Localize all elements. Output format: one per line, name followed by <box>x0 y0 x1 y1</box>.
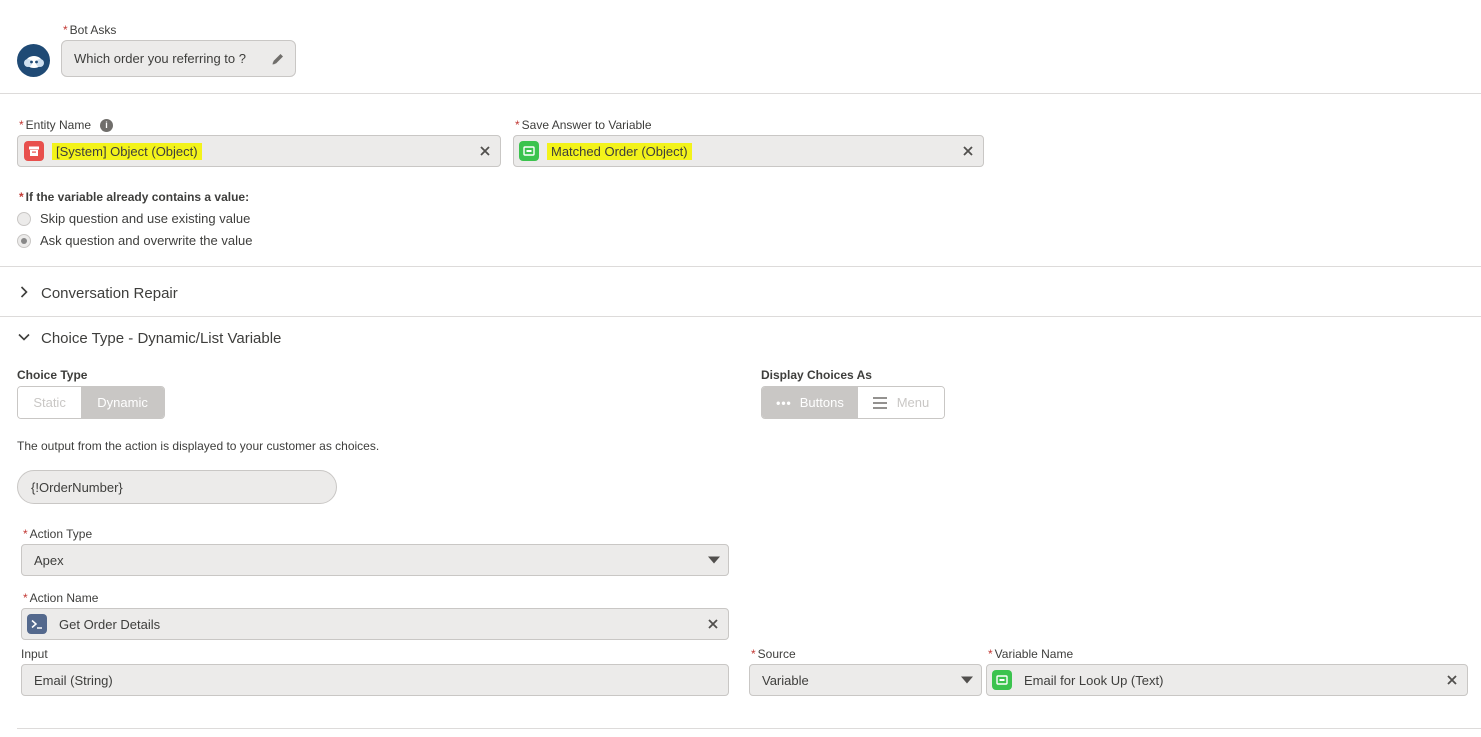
entity-name-field[interactable]: [System] Object (Object) <box>17 135 501 167</box>
output-pill[interactable]: {!OrderNumber} <box>17 470 337 504</box>
radio-button[interactable] <box>17 211 31 226</box>
radio-ask-question[interactable]: Ask question and overwrite the value <box>17 233 252 248</box>
dropdown-caret-icon <box>961 676 973 684</box>
save-answer-value: Matched Order (Object) <box>547 142 692 160</box>
option-label: Menu <box>896 395 930 410</box>
bot-asks-label: * Bot Asks <box>63 23 117 37</box>
apex-icon <box>27 614 47 634</box>
choice-type-static[interactable]: Static <box>18 387 82 418</box>
entity-name-value: [System] Object (Object) <box>52 142 202 160</box>
action-name-label: * Action Name <box>23 591 99 605</box>
chevron-right-icon <box>17 285 31 302</box>
action-type-value: Apex <box>34 552 64 568</box>
dropdown-caret-icon <box>708 556 720 564</box>
display-menu-option[interactable]: Menu <box>857 387 944 418</box>
section-conversation-repair[interactable]: Conversation Repair <box>17 285 178 302</box>
close-icon[interactable] <box>478 144 492 158</box>
divider <box>0 266 1481 267</box>
close-icon[interactable] <box>1445 673 1459 687</box>
entity-name-label: * Entity Name i <box>19 118 114 132</box>
source-value: Variable <box>762 672 809 688</box>
close-icon[interactable] <box>961 144 975 158</box>
action-name-value: Get Order Details <box>59 616 161 632</box>
chevron-down-icon <box>17 330 31 347</box>
save-answer-field[interactable]: Matched Order (Object) <box>513 135 984 167</box>
radio-skip-question[interactable]: Skip question and use existing value <box>17 211 250 226</box>
variable-name-field[interactable]: Email for Look Up (Text) <box>986 664 1468 696</box>
input-field: Email (String) <box>21 664 729 696</box>
choice-type-label: Choice Type <box>17 368 88 382</box>
option-label: Buttons <box>799 395 844 410</box>
save-answer-label: * Save Answer to Variable <box>515 118 652 132</box>
section-choice-type[interactable]: Choice Type - Dynamic/List Variable <box>17 330 281 347</box>
help-text: The output from the action is displayed … <box>17 439 380 453</box>
radio-button[interactable] <box>17 233 31 248</box>
close-icon[interactable] <box>706 617 720 631</box>
divider <box>17 728 1481 729</box>
input-label: Input <box>21 647 48 661</box>
variable-icon <box>519 141 539 161</box>
bot-avatar-icon <box>17 44 50 77</box>
source-select[interactable]: Variable <box>749 664 982 696</box>
source-label: * Source <box>751 647 796 661</box>
bot-asks-text: Which order you referring to ? <box>74 51 246 66</box>
action-type-select[interactable]: Apex <box>21 544 729 576</box>
pencil-icon[interactable] <box>271 52 285 69</box>
variable-icon <box>992 670 1012 690</box>
choice-type-dynamic[interactable]: Dynamic <box>81 387 164 418</box>
display-choices-toggle[interactable]: ••• Buttons Menu <box>761 386 945 419</box>
display-choices-label: Display Choices As <box>761 368 872 382</box>
divider <box>0 316 1481 317</box>
section-title: Choice Type - Dynamic/List Variable <box>41 330 282 347</box>
bot-asks-message[interactable]: Which order you referring to ? <box>61 40 296 77</box>
existing-value-label: * If the variable already contains a valu… <box>19 190 250 204</box>
display-buttons-option[interactable]: ••• Buttons <box>762 387 858 418</box>
choice-type-toggle[interactable]: Static Dynamic <box>17 386 165 419</box>
action-name-field[interactable]: Get Order Details <box>21 608 729 640</box>
action-type-label: * Action Type <box>23 527 93 541</box>
radio-label: Ask question and overwrite the value <box>40 233 253 248</box>
divider <box>0 93 1481 94</box>
input-value: Email (String) <box>34 672 113 688</box>
ellipsis-icon: ••• <box>776 395 792 410</box>
list-icon <box>872 396 887 409</box>
output-pill-text: {!OrderNumber} <box>31 479 123 495</box>
entity-icon <box>24 141 44 161</box>
variable-name-label: * Variable Name <box>988 647 1074 661</box>
section-title: Conversation Repair <box>41 285 178 302</box>
info-icon[interactable]: i <box>100 118 114 132</box>
variable-name-value: Email for Look Up (Text) <box>1024 672 1164 688</box>
radio-label: Skip question and use existing value <box>40 211 251 226</box>
